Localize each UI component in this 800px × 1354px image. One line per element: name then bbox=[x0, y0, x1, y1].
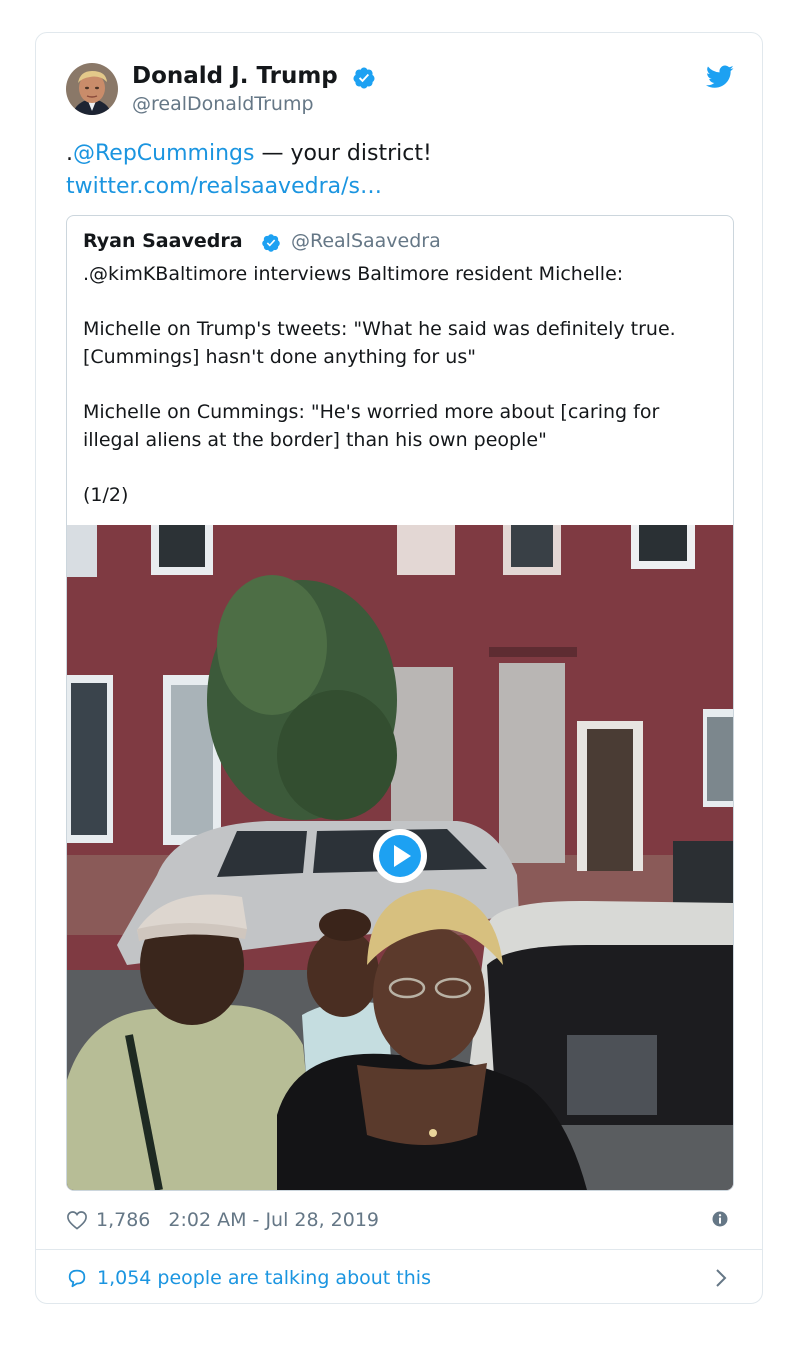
tweet-prefix: . bbox=[66, 141, 73, 166]
conversation-link[interactable]: 1,054 people are talking about this bbox=[66, 1263, 431, 1293]
tweet-footer: 1,786 2:02 AM - Jul 28, 2019 bbox=[66, 1205, 379, 1235]
play-icon[interactable] bbox=[371, 827, 429, 885]
verified-badge-icon bbox=[353, 67, 375, 89]
quoted-author-name[interactable]: Ryan Saavedra bbox=[83, 230, 243, 252]
speech-bubble-icon bbox=[68, 1269, 86, 1288]
twitter-bird-icon[interactable] bbox=[706, 65, 734, 89]
quoted-paragraph: Michelle on Cummings: "He's worried more… bbox=[83, 401, 660, 451]
quoted-tweet-link[interactable]: twitter.com/realsaavedra/s… bbox=[66, 174, 382, 199]
author-name[interactable]: Donald J. Trump bbox=[132, 63, 338, 89]
quoted-tweet[interactable]: Ryan Saavedra @RealSaavedra .@kimKBaltim… bbox=[66, 215, 734, 1191]
chevron-right-icon[interactable] bbox=[714, 1267, 728, 1289]
author-handle[interactable]: @realDonaldTrump bbox=[132, 93, 314, 115]
verified-badge-icon bbox=[262, 234, 280, 252]
video-thumbnail[interactable] bbox=[67, 525, 733, 1190]
author-avatar[interactable] bbox=[66, 63, 118, 115]
mention-link[interactable]: @RepCummings bbox=[73, 141, 254, 166]
talking-count-label[interactable]: 1,054 people are talking about this bbox=[97, 1267, 431, 1289]
tweet-text: .@RepCummings — your district! twitter.c… bbox=[66, 137, 432, 203]
heart-icon[interactable] bbox=[66, 1210, 88, 1230]
quoted-paragraph: (1/2) bbox=[83, 484, 129, 506]
footer-divider bbox=[36, 1249, 762, 1250]
quoted-author-handle[interactable]: @RealSaavedra bbox=[291, 230, 441, 252]
tweet-body: — your district! bbox=[254, 141, 432, 166]
like-count[interactable]: 1,786 bbox=[96, 1209, 150, 1231]
quoted-tweet-text: .@kimKBaltimore interviews Baltimore res… bbox=[83, 260, 719, 536]
quoted-paragraph: Michelle on Trump's tweets: "What he sai… bbox=[83, 318, 676, 368]
tweet-timestamp[interactable]: 2:02 AM - Jul 28, 2019 bbox=[168, 1209, 379, 1231]
quoted-paragraph: .@kimKBaltimore interviews Baltimore res… bbox=[83, 263, 624, 285]
info-icon[interactable] bbox=[711, 1210, 729, 1228]
embedded-tweet-card: Donald J. Trump @realDonaldTrump .@RepCu… bbox=[35, 32, 763, 1304]
